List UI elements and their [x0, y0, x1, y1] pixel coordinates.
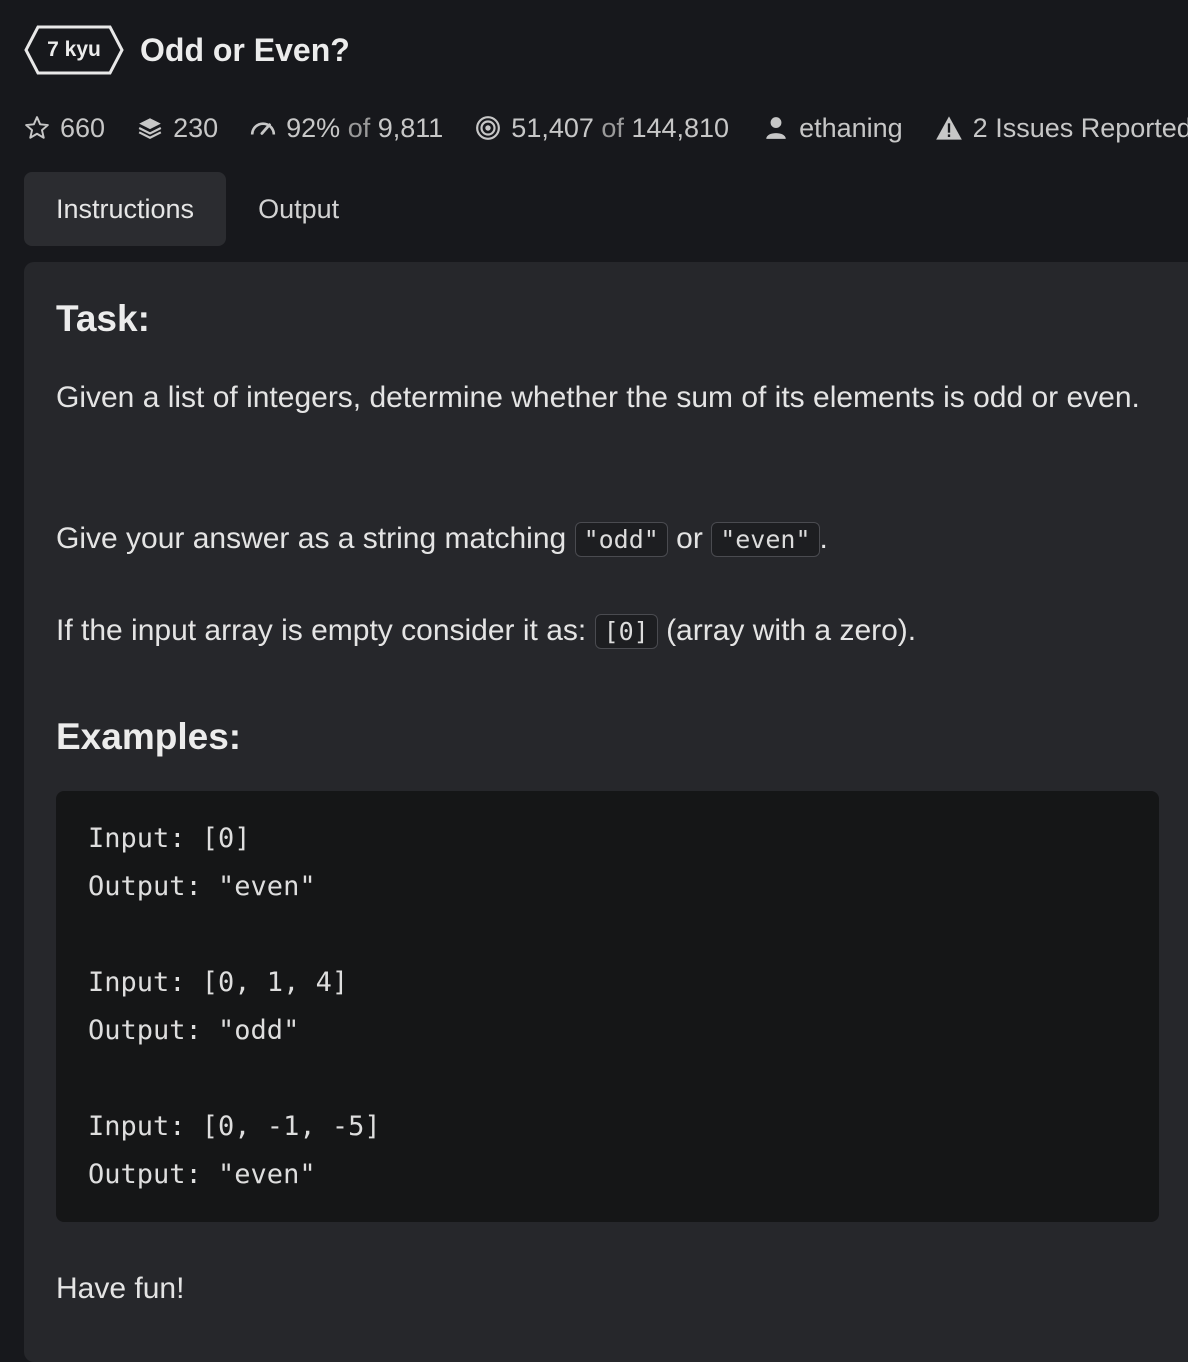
- kata-title: Odd or Even?: [140, 31, 350, 68]
- answer-format-paragraph: Give your answer as a string matching "o…: [56, 514, 1146, 565]
- kata-header: 7 kyu Odd or Even?: [24, 24, 350, 76]
- kata-stats: 660 230 92% of 9,811 51,407 of 144,810 e…: [24, 108, 1188, 148]
- collections-stat[interactable]: 230: [137, 113, 218, 144]
- empty-array-text: If the input array is empty consider it …: [56, 614, 595, 647]
- completion-stat: 51,407 of 144,810: [475, 113, 729, 144]
- task-heading: Task:: [56, 298, 150, 339]
- closing-text: Have fun!: [56, 1272, 185, 1305]
- instructions-panel: Task: Given a list of integers, determin…: [24, 262, 1188, 1362]
- answer-format-period: .: [819, 522, 828, 555]
- inline-code-odd: "odd": [574, 522, 668, 557]
- star-icon: [24, 115, 50, 141]
- warning-icon: [935, 115, 963, 141]
- target-icon: [475, 115, 501, 141]
- layers-icon: [137, 115, 163, 141]
- author-name: ethaning: [799, 112, 903, 143]
- gauge-icon: [250, 115, 276, 141]
- empty-array-suffix: (array with a zero).: [657, 614, 917, 647]
- issues-count: 2 Issues Reported: [972, 112, 1188, 143]
- satisfaction-percent: 92%: [286, 112, 341, 143]
- inline-code-zero-array: [0]: [594, 614, 658, 649]
- satisfaction-stat: 92% of 9,811: [250, 113, 443, 144]
- empty-array-paragraph: If the input array is empty consider it …: [56, 606, 1146, 657]
- completed-count: 51,407: [511, 112, 594, 143]
- inline-code-even: "even": [711, 522, 820, 557]
- satisfaction-votes: 9,811: [377, 112, 444, 143]
- attempted-count: 144,810: [631, 112, 730, 143]
- rank-badge[interactable]: 7 kyu: [24, 24, 124, 76]
- task-paragraph: Given a list of integers, determine whet…: [56, 381, 1140, 414]
- stars-count: 660: [60, 112, 106, 143]
- answer-format-text: Give your answer as a string matching: [56, 522, 575, 555]
- rank-label: 7 kyu: [47, 38, 101, 61]
- of-label: of: [601, 112, 624, 143]
- author-link[interactable]: ethaning: [763, 113, 903, 144]
- issues-link[interactable]: 2 Issues Reported: [935, 113, 1188, 144]
- tab-instructions[interactable]: Instructions: [24, 172, 227, 246]
- collections-count: 230: [173, 112, 219, 143]
- answer-format-or: or: [667, 522, 712, 555]
- user-icon: [763, 115, 789, 141]
- tab-output[interactable]: Output: [226, 172, 371, 246]
- examples-code: Input: [0] Output: "even" Input: [0, 1, …: [88, 823, 381, 1190]
- examples-code-block: Input: [0] Output: "even" Input: [0, 1, …: [56, 791, 1159, 1222]
- description-tabs: Instructions Output: [24, 172, 371, 246]
- stars-stat[interactable]: 660: [24, 113, 105, 144]
- of-label: of: [347, 112, 371, 143]
- examples-heading: Examples:: [56, 716, 242, 757]
